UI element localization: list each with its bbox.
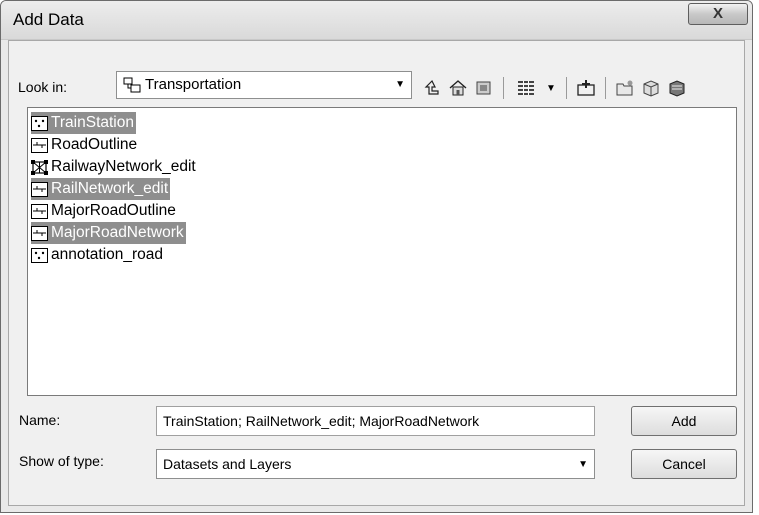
cancel-button[interactable]: Cancel xyxy=(631,449,737,479)
network-dataset-icon xyxy=(31,159,48,175)
list-item[interactable]: RailwayNetwork_edit xyxy=(31,156,196,178)
show-of-type-dropdown[interactable]: Datasets and Layers ▼ xyxy=(156,449,595,479)
toolbar-separator xyxy=(503,77,504,99)
list-item-label: MajorRoadNetwork xyxy=(51,224,184,241)
window-title: Add Data xyxy=(13,10,84,29)
list-item[interactable]: TrainStation xyxy=(31,112,136,134)
new-folder-icon[interactable] xyxy=(615,78,635,98)
view-dropdown-icon[interactable]: ▼ xyxy=(545,78,557,98)
list-item-label: RoadOutline xyxy=(51,136,138,153)
title-bar[interactable]: Add Data X xyxy=(1,1,752,40)
name-field[interactable]: TrainStation; RailNetwork_edit; MajorRoa… xyxy=(156,406,595,436)
list-item[interactable]: RoadOutline xyxy=(31,134,137,156)
show-of-type-label: Show of type: xyxy=(19,453,104,469)
point-feature-icon xyxy=(31,247,48,263)
list-item-label: RailwayNetwork_edit xyxy=(51,158,196,175)
line-feature-icon xyxy=(31,181,48,197)
chevron-down-icon: ▼ xyxy=(578,459,588,470)
dialog-body: Look in: Transportation ▼ ▼ TrainStation… xyxy=(8,40,745,506)
add-button[interactable]: Add xyxy=(631,406,737,436)
up-one-level-icon[interactable] xyxy=(422,78,442,98)
toolbar: ▼ xyxy=(419,75,690,101)
list-item[interactable]: RailNetwork_edit xyxy=(31,178,171,200)
catalog-icon[interactable] xyxy=(474,78,494,98)
look-in-dropdown[interactable]: Transportation ▼ xyxy=(116,71,412,99)
toolbar-separator xyxy=(605,77,606,99)
look-in-label: Look in: xyxy=(18,79,68,95)
list-item[interactable]: MajorRoadOutline xyxy=(31,200,176,222)
show-of-type-value: Datasets and Layers xyxy=(163,456,292,472)
new-database-icon[interactable] xyxy=(667,78,687,98)
list-item-label: annotation_road xyxy=(51,246,164,263)
list-item-label: TrainStation xyxy=(51,114,134,131)
dataset-list[interactable]: TrainStation RoadOutline RailwayNetwork_… xyxy=(27,107,737,396)
toolbar-separator xyxy=(566,77,567,99)
add-data-dialog: Add Data X Look in: Transportation ▼ ▼ T… xyxy=(0,0,753,513)
list-item[interactable]: annotation_road xyxy=(31,244,163,266)
view-options-icon[interactable] xyxy=(513,78,539,98)
folder-dataset-icon xyxy=(123,77,141,97)
line-feature-icon xyxy=(31,225,48,241)
list-item-label: MajorRoadOutline xyxy=(51,202,176,219)
list-item-label: RailNetwork_edit xyxy=(51,180,169,197)
name-label: Name: xyxy=(19,412,61,428)
list-item[interactable]: MajorRoadNetwork xyxy=(31,222,186,244)
point-feature-icon xyxy=(31,115,48,131)
connect-folder-icon[interactable] xyxy=(576,78,596,98)
line-feature-icon xyxy=(31,203,48,219)
home-icon[interactable] xyxy=(448,78,468,98)
look-in-value: Transportation xyxy=(145,76,242,93)
new-file-geodatabase-icon[interactable] xyxy=(641,78,661,98)
chevron-down-icon: ▼ xyxy=(395,79,405,90)
line-feature-icon xyxy=(31,137,48,153)
close-button[interactable]: X xyxy=(688,3,748,25)
